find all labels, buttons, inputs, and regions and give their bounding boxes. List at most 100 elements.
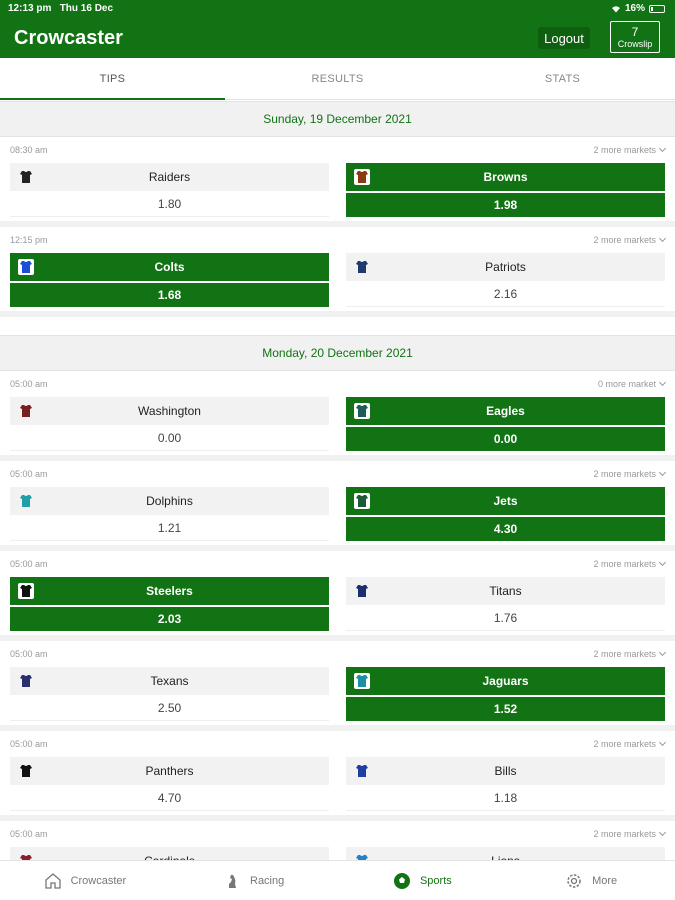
colts-jersey-icon (18, 259, 34, 275)
status-date: Thu 16 Dec (59, 3, 114, 14)
lions-jersey-icon (354, 853, 370, 860)
team-name-row: Browns (346, 163, 665, 191)
team-name-row: Washington (10, 397, 329, 425)
match-card: 05:00 am 0 more market Washington 0.00 E… (0, 371, 675, 461)
texans-jersey-icon (18, 673, 34, 689)
team-option-home[interactable]: Texans 2.50 (10, 667, 329, 721)
more-markets-link[interactable]: 2 more markets (593, 468, 667, 479)
team-odds: 4.70 (10, 785, 329, 811)
team-odds: 1.18 (346, 785, 665, 811)
battery-icon (649, 4, 665, 13)
more-markets-link[interactable]: 2 more markets (593, 144, 667, 155)
team-name-row: Jets (346, 487, 665, 515)
team-name-row: Eagles (346, 397, 665, 425)
team-option-away[interactable]: Eagles 0.00 (346, 397, 665, 451)
tab-stats[interactable]: STATS (450, 58, 675, 99)
more-markets-label: 2 more markets (593, 649, 656, 659)
team-option-away[interactable]: Bills 1.18 (346, 757, 665, 811)
more-markets-link[interactable]: 2 more markets (593, 234, 667, 245)
team-name: Steelers (146, 584, 193, 598)
date-header: Monday, 20 December 2021 (0, 335, 675, 371)
more-markets-link[interactable]: 2 more markets (593, 648, 667, 659)
date-header: Sunday, 19 December 2021 (0, 101, 675, 137)
nav-label: More (592, 874, 618, 887)
team-option-home[interactable]: Colts 1.68 (10, 253, 329, 307)
crowslip-button[interactable]: 7 Crowslip (610, 21, 660, 53)
nav-racing[interactable]: Racing (169, 861, 338, 900)
crowslip-count: 7 (631, 24, 639, 39)
tips-list[interactable]: Sunday, 19 December 2021 08:30 am 2 more… (0, 101, 675, 860)
patriots-jersey-icon (354, 259, 370, 275)
team-name-row: Jaguars (346, 667, 665, 695)
match-time: 08:30 am (10, 145, 48, 155)
team-option-away[interactable]: Patriots 2.16 (346, 253, 665, 307)
team-name-row: Panthers (10, 757, 329, 785)
steelers-jersey-icon (18, 583, 34, 599)
team-odds: 2.16 (346, 281, 665, 307)
team-name: Raiders (148, 170, 191, 184)
nav-sports[interactable]: Sports (338, 861, 507, 900)
team-name: Jets (493, 494, 518, 508)
team-name-row: Texans (10, 667, 329, 695)
team-option-away[interactable]: Lions (346, 847, 665, 860)
team-odds: 4.30 (346, 515, 665, 541)
nav-label: Sports (419, 874, 452, 887)
nav-label: Crowcaster (70, 874, 127, 887)
team-name-row: Raiders (10, 163, 329, 191)
racing-icon (222, 871, 242, 891)
status-time: 12:13 pm (8, 3, 52, 14)
chevron-down-icon (658, 558, 667, 567)
team-name: Bills (494, 764, 517, 778)
match-time: 05:00 am (10, 649, 48, 659)
team-name-row: Bills (346, 757, 665, 785)
status-bar-left: 12:13 pm Thu 16 Dec (8, 3, 113, 14)
team-name: Texans (150, 674, 189, 688)
tab-tips[interactable]: TIPS (0, 58, 225, 100)
status-bar-right: 16% (611, 3, 665, 14)
chevron-down-icon (658, 378, 667, 387)
match-card: 05:00 am 2 more markets Panthers 4.70 Bi… (0, 731, 675, 821)
team-name: Titans (489, 584, 522, 598)
jaguars-jersey-icon (354, 673, 370, 689)
match-card: 08:30 am 2 more markets Raiders 1.80 Bro… (0, 137, 675, 227)
more-markets-link[interactable]: 2 more markets (593, 828, 667, 839)
team-name-row: Titans (346, 577, 665, 605)
team-odds: 1.76 (346, 605, 665, 631)
team-name: Washington (138, 404, 201, 418)
match-time: 05:00 am (10, 559, 48, 569)
team-option-home[interactable]: Washington 0.00 (10, 397, 329, 451)
team-odds: 1.98 (346, 191, 665, 217)
match-time: 12:15 pm (10, 235, 48, 245)
match-time: 05:00 am (10, 829, 48, 839)
team-name: Eagles (486, 404, 525, 418)
more-markets-link[interactable]: 2 more markets (593, 558, 667, 569)
home-icon (43, 871, 63, 891)
team-name: Dolphins (146, 494, 193, 508)
titans-jersey-icon (354, 583, 370, 599)
eagles-jersey-icon (354, 403, 370, 419)
nav-more[interactable]: More (506, 861, 675, 900)
more-markets-label: 2 more markets (593, 829, 656, 839)
team-option-home[interactable]: Dolphins 1.21 (10, 487, 329, 541)
team-option-home[interactable]: Panthers 4.70 (10, 757, 329, 811)
chevron-down-icon (658, 144, 667, 153)
more-markets-link[interactable]: 2 more markets (593, 738, 667, 749)
team-option-home[interactable]: Steelers 2.03 (10, 577, 329, 631)
team-option-away[interactable]: Browns 1.98 (346, 163, 665, 217)
team-option-away[interactable]: Jets 4.30 (346, 487, 665, 541)
more-markets-label: 2 more markets (593, 145, 656, 155)
team-option-home[interactable]: Cardinals (10, 847, 329, 860)
team-option-away[interactable]: Jaguars 1.52 (346, 667, 665, 721)
more-markets-link[interactable]: 0 more market (598, 378, 667, 389)
cardinals-jersey-icon (18, 853, 34, 860)
team-option-away[interactable]: Titans 1.76 (346, 577, 665, 631)
team-option-home[interactable]: Raiders 1.80 (10, 163, 329, 217)
soccer-ball-icon (392, 871, 412, 891)
team-odds: 0.00 (10, 425, 329, 451)
nav-crowcaster[interactable]: Crowcaster (0, 861, 169, 900)
logout-button[interactable]: Logout (538, 27, 590, 49)
tab-results[interactable]: RESULTS (225, 58, 450, 99)
team-name-row: Colts (10, 253, 329, 281)
team-odds: 1.80 (10, 191, 329, 217)
browns-jersey-icon (354, 169, 370, 185)
